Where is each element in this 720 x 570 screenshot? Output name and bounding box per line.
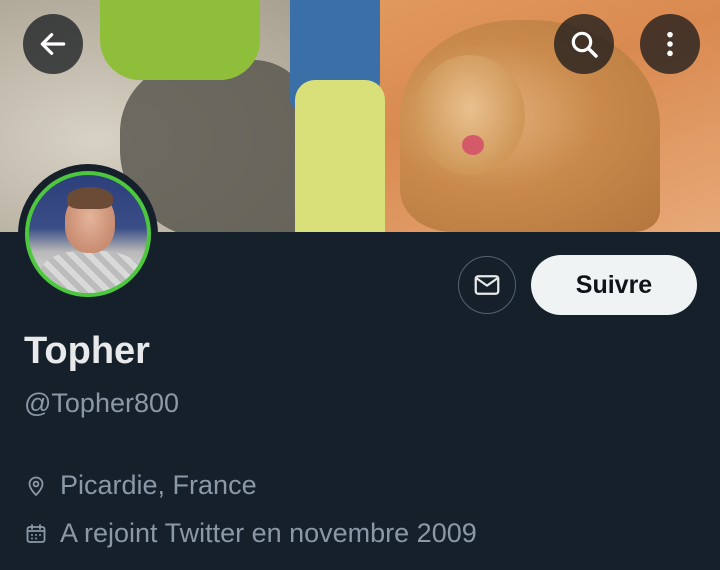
envelope-icon xyxy=(474,275,500,295)
avatar[interactable] xyxy=(25,171,151,297)
profile-display-name: Topher xyxy=(24,330,150,372)
follow-button[interactable]: Suivre xyxy=(531,255,697,315)
banner-dog-tongue xyxy=(462,135,484,155)
profile-joined-row: A rejoint Twitter en novembre 2009 xyxy=(24,518,477,549)
avatar-container[interactable] xyxy=(18,164,158,304)
profile-handle: @Topher800 xyxy=(24,388,180,418)
profile-location-row: Picardie, France xyxy=(24,470,257,501)
avatar-hair xyxy=(67,187,113,209)
search-button[interactable] xyxy=(554,14,614,74)
search-icon xyxy=(571,31,598,58)
banner-dog-face xyxy=(415,55,525,175)
message-button[interactable] xyxy=(458,256,516,314)
profile-joined-date: A rejoint Twitter en novembre 2009 xyxy=(60,518,477,548)
location-pin-icon xyxy=(28,476,44,496)
profile-location: Picardie, France xyxy=(60,470,257,500)
more-button[interactable] xyxy=(640,14,700,74)
avatar-sweater xyxy=(39,251,143,293)
banner-towel-yellow xyxy=(295,80,385,232)
banner-bag xyxy=(100,0,260,80)
arrow-left-icon xyxy=(40,33,66,55)
calendar-icon xyxy=(26,523,46,543)
more-vertical-icon xyxy=(667,31,673,57)
back-button[interactable] xyxy=(23,14,83,74)
